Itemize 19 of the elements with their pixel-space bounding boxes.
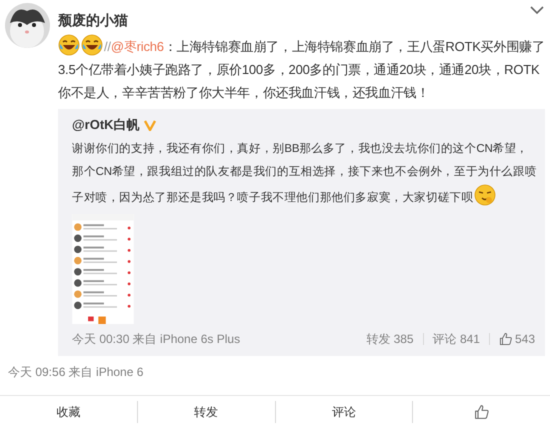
author-name[interactable]: 颓废的小猫 (58, 10, 128, 30)
post-text: //@枣rich6：上海特锦赛血崩了，上海特锦赛血崩了，王八蛋ROTK买外围赚了3.5个亿带着小姨子跑路了，原价100多，200多的门票，通通20块，通通20块，ROTK你不是人，辛辛苦苦粉了你大半年，你还我血汗钱，还我血汗钱！ (58, 34, 545, 104)
stat-link[interactable]: 评论 841 (432, 332, 480, 346)
action-button[interactable]: 转发 (194, 403, 218, 421)
stat-link[interactable]: 转发 385 (366, 332, 414, 346)
smiling-emoji-icon (474, 184, 496, 206)
like-count[interactable]: 543 (498, 332, 535, 346)
laughing-crying-emoji-icon (58, 34, 80, 56)
repost-text: 谢谢你们的支持，我还有你们，真好，别BB那么多了，我也没去坑你们的这个CN希望，那个CN希望，跟我组过的队友都是我们的互相选择，接下来也不会例外，至于为什么跟喷子对喷，因为怂了那还是我吗？喷子我不理他们那他们多寂寞，大家切磋下呗 (72, 141, 538, 208)
thumbs-up-icon (498, 332, 513, 346)
laughing-crying-emoji-icon (81, 34, 103, 56)
action-button[interactable]: 评论 (332, 403, 356, 421)
like-button[interactable] (474, 404, 490, 420)
action-button[interactable]: 收藏 (56, 403, 80, 421)
post-time: 今天 09:56 来自 iPhone 6 (8, 364, 144, 381)
dropdown-caret-icon[interactable] (530, 6, 544, 15)
thumbs-up-icon (474, 404, 490, 420)
repost-author[interactable]: @rOtK白帆 (72, 115, 140, 135)
repost-time: 今天 00:30 来自 iPhone 6s Plus (72, 331, 240, 348)
